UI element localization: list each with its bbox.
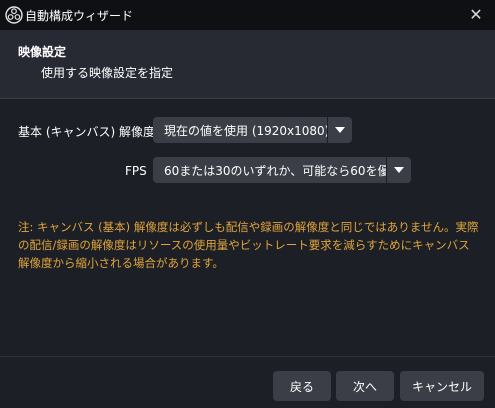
fps-dropdown[interactable]: 60または30のいずれか、可能なら60を優先 — [153, 157, 411, 183]
chevron-down-icon[interactable] — [387, 157, 411, 183]
page-subtitle: 使用する映像設定を指定 — [41, 66, 174, 80]
footer-divider — [0, 356, 495, 357]
base-resolution-label: 基本 (キャンバス) 解像度 — [18, 125, 155, 139]
chevron-down-icon[interactable] — [328, 117, 352, 143]
base-resolution-value: 現在の値を使用 (1920x1080) — [164, 123, 327, 138]
obs-logo-icon — [5, 6, 23, 24]
cancel-button[interactable]: キャンセル — [400, 371, 484, 401]
next-button[interactable]: 次へ — [336, 371, 394, 401]
title-bar: 自動構成ウィザード ✕ — [0, 0, 495, 30]
fps-value: 60または30のいずれか、可能なら60を優先 — [164, 163, 386, 178]
fps-label: FPS — [125, 164, 147, 178]
base-resolution-dropdown[interactable]: 現在の値を使用 (1920x1080) — [153, 117, 352, 143]
page-header: 映像設定 使用する映像設定を指定 — [0, 30, 495, 98]
close-button[interactable]: ✕ — [463, 2, 489, 28]
window-title: 自動構成ウィザード — [25, 9, 134, 23]
page-title: 映像設定 — [18, 45, 67, 59]
back-button[interactable]: 戻る — [273, 371, 331, 401]
header-divider — [0, 98, 495, 99]
resolution-note: 注: キャンバス (基本) 解像度は必ずしも配信や録画の解像度と同じではありませ… — [18, 220, 479, 270]
